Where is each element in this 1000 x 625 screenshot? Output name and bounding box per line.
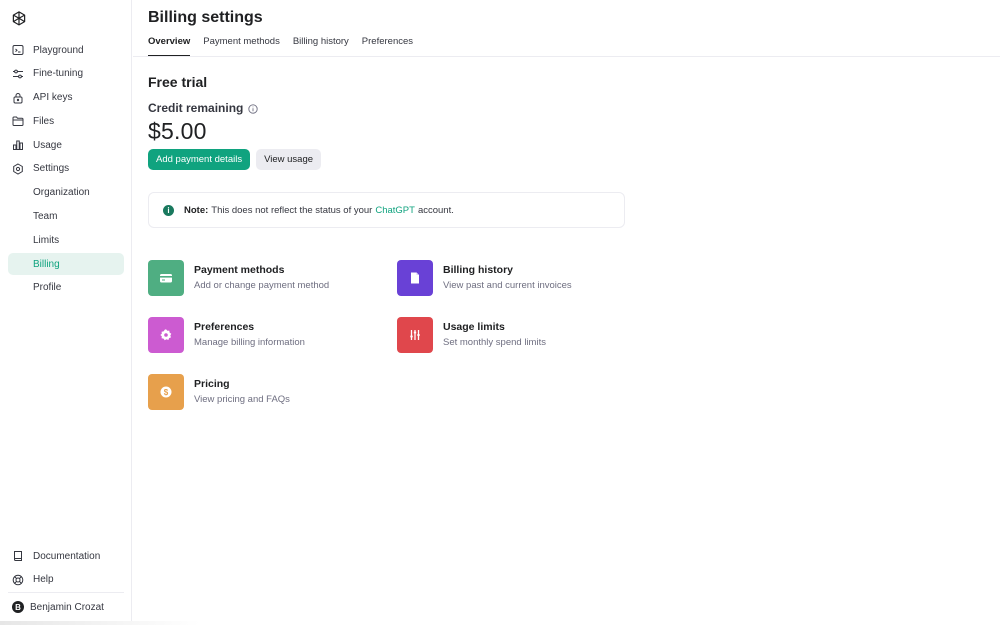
note-text: This does not reflect the status of your bbox=[211, 204, 373, 216]
book-icon bbox=[12, 550, 24, 562]
sidebar-item-label: Billing bbox=[33, 258, 60, 270]
credit-card-icon bbox=[148, 260, 184, 296]
card-text: Billing history View past and current in… bbox=[443, 260, 572, 291]
sidebar-item-profile[interactable]: Profile bbox=[8, 277, 124, 299]
sidebar-item-label: Files bbox=[33, 115, 55, 127]
sidebar-item-help[interactable]: Help bbox=[8, 569, 124, 591]
card-payment-methods[interactable]: Payment methods Add or change payment me… bbox=[148, 260, 329, 296]
card-usage-limits[interactable]: Usage limits Set monthly spend limits bbox=[397, 317, 546, 353]
credit-remaining-text: Credit remaining bbox=[148, 101, 244, 115]
sidebar-item-settings[interactable]: Settings bbox=[8, 158, 124, 180]
sidebar-item-organization[interactable]: Organization bbox=[8, 182, 124, 204]
sidebar-item-team[interactable]: Team bbox=[8, 206, 124, 228]
bottom-shadow bbox=[0, 621, 200, 625]
sidebar-item-limits[interactable]: Limits bbox=[8, 229, 124, 251]
card-preferences[interactable]: Preferences Manage billing information bbox=[148, 317, 305, 353]
sidebar-item-usage[interactable]: Usage bbox=[8, 134, 124, 156]
page-title: Billing settings bbox=[148, 9, 263, 26]
tab-payment-methods[interactable]: Payment methods bbox=[203, 36, 280, 56]
card-desc: Manage billing information bbox=[194, 337, 305, 348]
document-icon bbox=[397, 260, 433, 296]
sidebar-item-files[interactable]: Files bbox=[8, 110, 124, 132]
folder-icon bbox=[12, 115, 24, 127]
sidebar-item-billing[interactable]: Billing bbox=[8, 253, 124, 276]
card-text: Payment methods Add or change payment me… bbox=[194, 260, 329, 291]
billing-tabs: Overview Payment methods Billing history… bbox=[148, 36, 426, 56]
tab-billing-history[interactable]: Billing history bbox=[293, 36, 349, 56]
card-text: Pricing View pricing and FAQs bbox=[194, 374, 290, 405]
sidebar-item-label: Help bbox=[33, 574, 54, 586]
sidebar-item-label: Team bbox=[33, 211, 58, 223]
sidebar-divider bbox=[8, 592, 124, 593]
card-title: Preferences bbox=[194, 321, 255, 333]
credit-remaining-label: Credit remaining bbox=[148, 101, 978, 115]
avatar: B bbox=[12, 601, 24, 613]
svg-text:$: $ bbox=[164, 388, 169, 397]
dollar-icon: $ bbox=[148, 374, 184, 410]
card-title: Pricing bbox=[194, 378, 230, 390]
sidebar-item-label: API keys bbox=[33, 92, 73, 104]
card-title: Payment methods bbox=[194, 264, 285, 276]
bar-chart-icon bbox=[12, 139, 24, 151]
tab-preferences[interactable]: Preferences bbox=[362, 36, 413, 56]
openai-logo-icon[interactable] bbox=[10, 10, 28, 28]
chatgpt-link[interactable]: ChatGPT bbox=[375, 205, 415, 216]
card-title: Billing history bbox=[443, 264, 514, 276]
sidebar-bottom-nav: Documentation Help bbox=[8, 545, 124, 593]
app: Playground Fine-tuning API keys Files Us… bbox=[0, 0, 1000, 625]
note-label: Note: bbox=[184, 204, 209, 216]
add-payment-details-button[interactable]: Add payment details bbox=[148, 149, 251, 170]
info-icon[interactable] bbox=[248, 103, 259, 114]
sidebar-item-label: Documentation bbox=[33, 550, 101, 562]
view-usage-button[interactable]: View usage bbox=[256, 149, 322, 170]
sidebar-item-api-keys[interactable]: API keys bbox=[8, 87, 124, 109]
user-name: Benjamin Crozat bbox=[30, 601, 104, 613]
sidebar-item-label: Settings bbox=[33, 163, 70, 175]
section-title: Free trial bbox=[148, 74, 208, 90]
page-header: Billing settings Overview Payment method… bbox=[133, 0, 1000, 57]
card-title: Usage limits bbox=[443, 321, 505, 333]
gear-icon bbox=[148, 317, 184, 353]
gear-icon bbox=[12, 163, 24, 175]
sidebar-nav: Playground Fine-tuning API keys Files Us… bbox=[8, 39, 124, 301]
card-desc: View pricing and FAQs bbox=[194, 394, 290, 405]
note-banner: i Note: This does not reflect the status… bbox=[148, 192, 625, 228]
card-text: Preferences Manage billing information bbox=[194, 317, 305, 348]
sidebar-item-fine-tuning[interactable]: Fine-tuning bbox=[8, 63, 124, 85]
lifebuoy-icon bbox=[12, 574, 24, 586]
sidebar-item-label: Profile bbox=[33, 282, 62, 294]
note-text-end: account. bbox=[417, 204, 454, 216]
card-text: Usage limits Set monthly spend limits bbox=[443, 317, 546, 348]
lock-icon bbox=[12, 92, 24, 104]
sliders-icon bbox=[397, 317, 433, 353]
tab-overview[interactable]: Overview bbox=[148, 36, 191, 56]
sidebar-item-label: Fine-tuning bbox=[33, 68, 84, 80]
sidebar-item-label: Organization bbox=[33, 187, 90, 199]
terminal-icon bbox=[12, 44, 24, 56]
sidebar-item-documentation[interactable]: Documentation bbox=[8, 545, 124, 567]
sidebar-item-label: Usage bbox=[33, 139, 62, 151]
sliders-icon bbox=[12, 68, 24, 80]
card-pricing[interactable]: $ Pricing View pricing and FAQs bbox=[148, 374, 290, 410]
info-icon: i bbox=[163, 204, 174, 216]
action-buttons: Add payment details View usage bbox=[148, 149, 978, 170]
main-content: Free trial Credit remaining $5.00 Add pa… bbox=[148, 74, 978, 410]
card-desc: Add or change payment method bbox=[194, 280, 330, 291]
card-desc: View past and current invoices bbox=[443, 280, 572, 291]
sidebar-item-label: Limits bbox=[33, 234, 60, 246]
card-desc: Set monthly spend limits bbox=[443, 337, 546, 348]
credit-amount: $5.00 bbox=[148, 118, 207, 144]
sidebar-item-label: Playground bbox=[33, 44, 84, 56]
card-billing-history[interactable]: Billing history View past and current in… bbox=[397, 260, 572, 296]
user-menu[interactable]: B Benjamin Crozat bbox=[12, 601, 104, 613]
sidebar-item-playground[interactable]: Playground bbox=[8, 39, 124, 61]
billing-cards: Payment methods Add or change payment me… bbox=[148, 260, 648, 420]
sidebar: Playground Fine-tuning API keys Files Us… bbox=[0, 0, 132, 625]
